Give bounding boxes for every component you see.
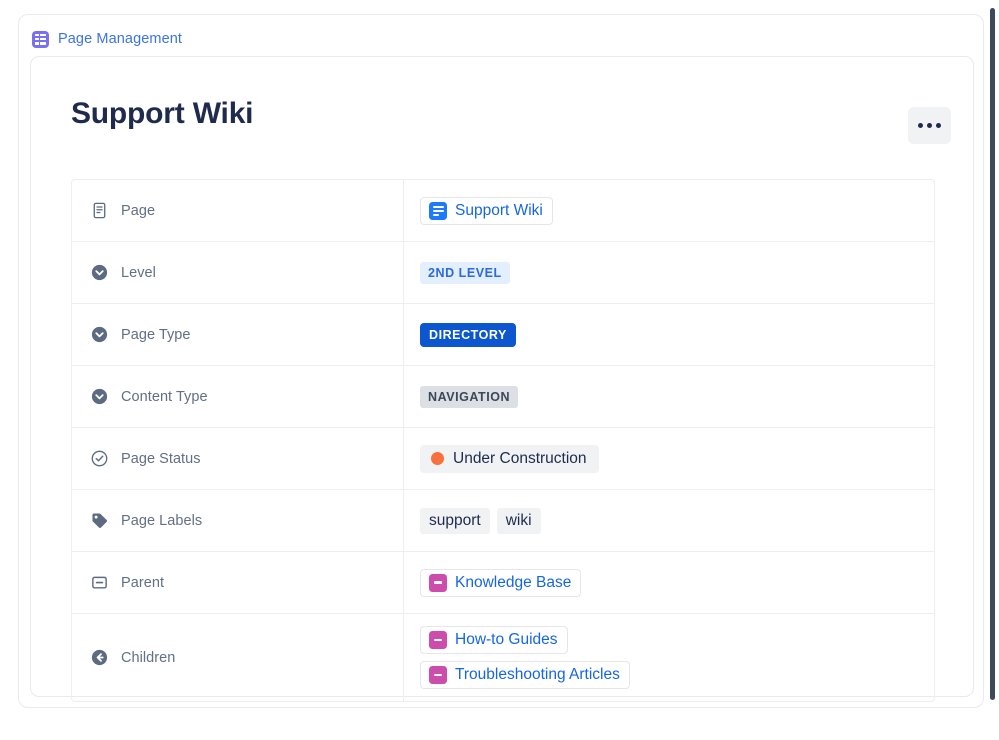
property-row: Level 2ND LEVEL <box>72 242 934 304</box>
folder-icon <box>429 666 447 684</box>
status-dot-icon <box>431 452 444 465</box>
content-card: Support Wiki Page Support Wiki Level 2ND LE… <box>30 56 974 702</box>
chevron-down-circle-icon <box>90 325 109 344</box>
app-frame: Page Management Support Wiki Page Support… <box>18 14 984 708</box>
property-key-label: Page Labels <box>121 512 203 529</box>
page-title: Support Wiki <box>71 97 254 130</box>
status-badge: 2ND LEVEL <box>420 261 510 284</box>
properties-table: Page Support Wiki Level 2ND LEVEL Page Type D… <box>71 179 935 702</box>
property-key-cell: Page Labels <box>72 490 404 551</box>
property-value-cell: Knowledge Base <box>404 552 934 613</box>
status-badge: NAVIGATION <box>420 385 519 408</box>
property-key-cell: Page <box>72 180 404 241</box>
arrow-left-circle-icon <box>90 648 109 667</box>
page-status-chip: Under Construction <box>420 444 599 473</box>
vertical-scrollbar[interactable] <box>990 8 995 700</box>
page-label-chip[interactable]: support <box>420 507 490 534</box>
table-grid-icon <box>32 30 49 48</box>
check-circle-icon <box>90 449 109 468</box>
breadcrumb[interactable]: Page Management <box>32 28 182 50</box>
property-value-cell: How-to Guides Troubleshooting Articles <box>404 614 934 701</box>
page-icon <box>429 201 447 220</box>
property-key-label: Page Status <box>121 450 201 467</box>
card-header: Support Wiki <box>31 57 973 160</box>
chevron-down-circle-icon <box>90 387 109 406</box>
property-key-cell: Parent <box>72 552 404 613</box>
page-link-label: Knowledge Base <box>455 573 572 591</box>
property-key-cell: Level <box>72 242 404 303</box>
property-key-cell: Content Type <box>72 366 404 427</box>
property-row: Page Labels support wiki <box>72 490 934 552</box>
property-key-label: Level <box>121 264 156 281</box>
page-status-label: Under Construction <box>453 449 587 467</box>
square-dash-icon <box>90 573 109 592</box>
property-key-label: Page Type <box>121 326 191 343</box>
property-row: Children How-to Guides Troubleshooting Art… <box>72 614 934 701</box>
property-key-label: Page <box>121 202 156 219</box>
more-actions-button[interactable] <box>908 107 951 144</box>
property-key-cell: Children <box>72 614 404 701</box>
property-value-cell: Under Construction <box>404 428 934 489</box>
property-row: Page Support Wiki <box>72 180 934 242</box>
status-badge: DIRECTORY <box>420 322 516 347</box>
page-label-chip[interactable]: wiki <box>496 507 541 534</box>
property-value-cell: DIRECTORY <box>404 304 934 365</box>
more-actions-dot <box>918 123 923 128</box>
property-row: Page Type DIRECTORY <box>72 304 934 366</box>
chevron-down-circle-icon <box>90 263 109 282</box>
page-link-chip[interactable]: How-to Guides <box>420 626 568 654</box>
property-value-cell: 2ND LEVEL <box>404 242 934 303</box>
more-actions-dot <box>936 123 941 128</box>
breadcrumb-label[interactable]: Page Management <box>58 31 182 47</box>
property-row: Parent Knowledge Base <box>72 552 934 614</box>
property-value-cell: Support Wiki <box>404 180 934 241</box>
property-key-label: Children <box>121 649 176 666</box>
folder-icon <box>429 631 447 649</box>
page-link-label: Troubleshooting Articles <box>455 666 620 683</box>
property-value-cell: support wiki <box>404 490 934 551</box>
property-key-label: Content Type <box>121 388 208 405</box>
property-key-label: Parent <box>121 574 165 591</box>
property-row: Content Type NAVIGATION <box>72 366 934 428</box>
folder-icon <box>429 573 447 592</box>
page-link-label: Support Wiki <box>455 201 543 219</box>
more-actions-dot <box>927 123 932 128</box>
property-row: Page Status Under Construction <box>72 428 934 490</box>
property-key-cell: Page Type <box>72 304 404 365</box>
tag-icon <box>90 511 109 530</box>
property-key-cell: Page Status <box>72 428 404 489</box>
page-link-chip[interactable]: Support Wiki <box>420 196 553 225</box>
page-link-chip[interactable]: Knowledge Base <box>420 568 582 597</box>
property-value-cell: NAVIGATION <box>404 366 934 427</box>
document-icon <box>90 201 109 220</box>
page-link-chip[interactable]: Troubleshooting Articles <box>420 661 630 689</box>
page-link-label: How-to Guides <box>455 631 558 648</box>
